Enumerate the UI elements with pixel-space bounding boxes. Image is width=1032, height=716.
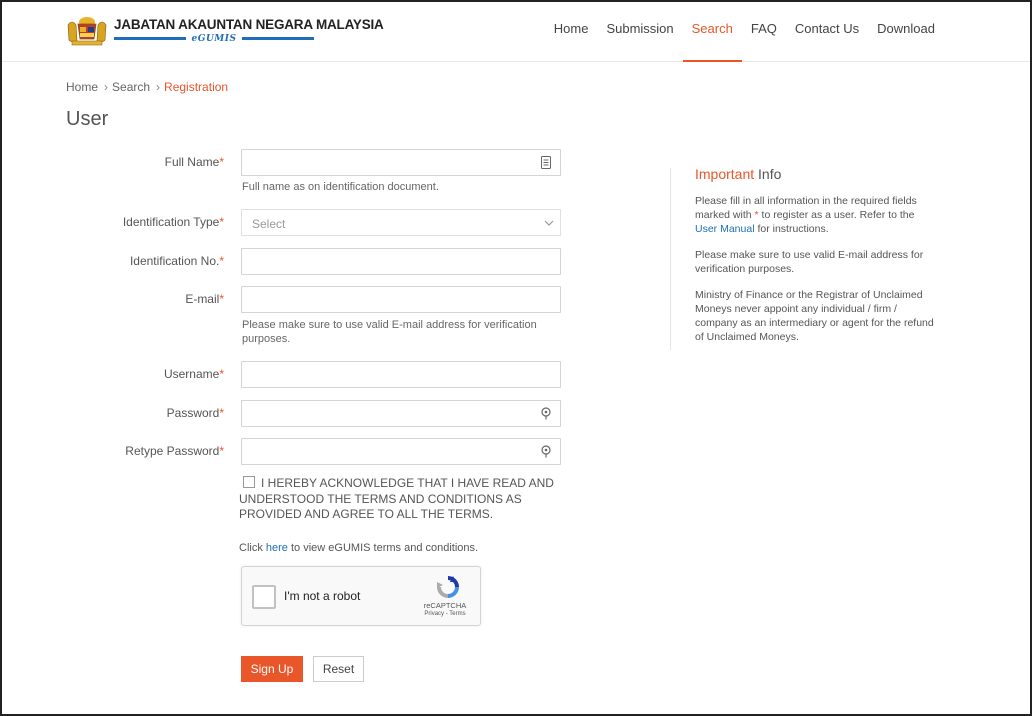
site-logo[interactable]: JABATAN AKAUNTAN NEGARA MALAYSIA eGUMIS (64, 12, 384, 48)
acknowledge-text: I HEREBY ACKNOWLEDGE THAT I HAVE READ AN… (239, 476, 554, 521)
required-mark: * (219, 155, 224, 169)
retype-password-label: Retype Password* (24, 444, 224, 458)
email-label: E-mail* (24, 292, 224, 306)
id-no-label: Identification No.* (24, 254, 224, 268)
required-mark: * (219, 254, 224, 268)
chevron-down-icon (544, 220, 554, 226)
terms-line: Click here to view eGUMIS terms and cond… (239, 542, 478, 554)
id-type-label: Identification Type* (24, 215, 224, 229)
id-card-icon (541, 156, 551, 169)
info-paragraph-email: Please make sure to use valid E-mail add… (695, 249, 924, 275)
acknowledge-checkbox[interactable] (243, 476, 255, 488)
retype-password-input[interactable] (241, 438, 561, 465)
username-label: Username* (24, 367, 224, 381)
browser-viewport: JABATAN AKAUNTAN NEGARA MALAYSIA eGUMIS … (0, 0, 1032, 716)
nav-faq[interactable]: FAQ (742, 2, 786, 62)
full-name-label: Full Name* (24, 155, 224, 169)
info-title-rest: Info (758, 166, 782, 182)
recaptcha-label: I'm not a robot (284, 589, 361, 603)
key-icon (541, 407, 551, 420)
reset-button[interactable]: Reset (313, 656, 364, 682)
nav-download[interactable]: Download (868, 2, 944, 62)
breadcrumb: Home › Search › Registration (66, 80, 228, 94)
breadcrumb-separator: › (104, 80, 109, 94)
info-p1-text-c: for instructions. (757, 223, 829, 235)
breadcrumb-separator: › (156, 80, 161, 94)
recaptcha-links[interactable]: Privacy - Terms (420, 611, 470, 617)
info-title-highlight: Important (695, 166, 755, 182)
email-help: Please make sure to use valid E-mail add… (242, 319, 537, 345)
important-info-panel: Important Info Please fill in all inform… (670, 166, 934, 350)
terms-prefix: Click (239, 542, 263, 554)
system-name-bar: eGUMIS (114, 34, 314, 44)
agency-title: JABATAN AKAUNTAN NEGARA MALAYSIA (114, 16, 384, 32)
email-input[interactable] (241, 286, 561, 313)
coat-of-arms-icon (67, 17, 107, 46)
required-mark: * (219, 215, 224, 229)
username-label-text: Username (163, 367, 220, 381)
terms-link[interactable]: here (266, 542, 288, 554)
password-label-text: Password (166, 406, 220, 420)
email-label-text: E-mail (185, 292, 220, 306)
password-label: Password* (24, 406, 224, 420)
info-paragraph-warning: Ministry of Finance or the Registrar of … (695, 289, 934, 343)
info-p1-text-b: to register as a user. Refer to the (761, 209, 915, 221)
id-no-label-text: Identification No. (129, 254, 220, 268)
nav-contact-us[interactable]: Contact Us (786, 2, 868, 62)
breadcrumb-home[interactable]: Home (66, 80, 98, 94)
info-required-mark: * (754, 209, 759, 221)
logo-text: JABATAN AKAUNTAN NEGARA MALAYSIA eGUMIS (114, 16, 384, 44)
logo-line-left (114, 37, 186, 40)
password-input[interactable] (241, 400, 561, 427)
id-no-input[interactable] (241, 248, 561, 275)
site-header: JABATAN AKAUNTAN NEGARA MALAYSIA eGUMIS … (2, 2, 1030, 62)
id-type-select[interactable]: Select (241, 209, 561, 236)
info-paragraph-required: Please fill in all information in the re… (695, 194, 935, 236)
sign-up-button[interactable]: Sign Up (241, 656, 303, 682)
required-mark: * (219, 406, 224, 420)
full-name-input[interactable] (241, 149, 561, 176)
info-title: Important Info (695, 166, 930, 182)
required-mark: * (219, 292, 224, 306)
acknowledge-block: I HEREBY ACKNOWLEDGE THAT I HAVE READ AN… (239, 476, 559, 523)
required-mark: * (219, 444, 224, 458)
recaptcha-brand: reCAPTCHA (423, 601, 467, 610)
nav-submission[interactable]: Submission (597, 2, 682, 62)
id-type-label-text: Identification Type (122, 215, 220, 229)
breadcrumb-current: Registration (164, 80, 229, 94)
recaptcha-logo-icon (437, 576, 459, 598)
retype-password-label-text: Retype Password (125, 444, 220, 458)
nav-search[interactable]: Search (682, 2, 743, 62)
full-name-label-text: Full Name (164, 155, 220, 169)
required-mark: * (219, 367, 224, 381)
key-icon (541, 445, 551, 458)
username-input[interactable] (241, 361, 561, 388)
main-nav: Home Submission Search FAQ Contact Us Do… (545, 2, 944, 62)
breadcrumb-search[interactable]: Search (112, 80, 150, 94)
page-title: User (66, 108, 109, 130)
terms-suffix: to view eGUMIS terms and conditions. (291, 542, 479, 554)
system-name: eGUMIS (191, 33, 237, 44)
id-type-selected: Select (252, 217, 286, 231)
logo-line-right (242, 37, 314, 40)
recaptcha-checkbox[interactable] (252, 585, 276, 609)
recaptcha-widget: I'm not a robot reCAPTCHA Privacy - Term… (241, 566, 481, 626)
nav-home[interactable]: Home (545, 2, 598, 62)
full-name-help: Full name as on identification document. (242, 181, 439, 193)
user-manual-link[interactable]: User Manual (695, 223, 755, 235)
